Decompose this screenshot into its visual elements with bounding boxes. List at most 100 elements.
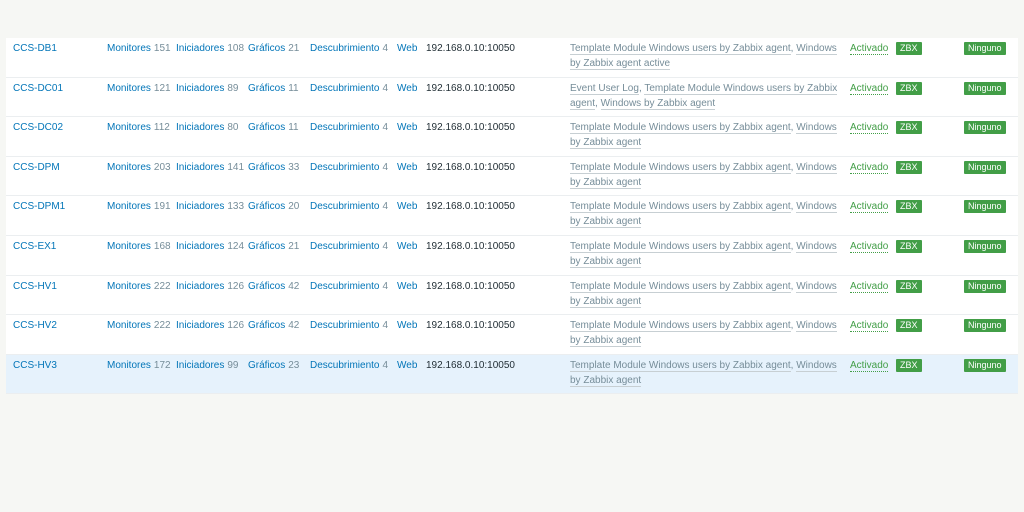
zbx-availability-badge: ZBX bbox=[896, 279, 922, 293]
status-toggle[interactable]: Activado bbox=[850, 81, 889, 96]
template-link[interactable]: Template Module Windows users by Zabbix … bbox=[570, 359, 791, 372]
triggers-link[interactable]: Iniciadores bbox=[176, 162, 224, 173]
status-label[interactable]: Activado bbox=[850, 201, 889, 214]
discovery-link[interactable]: Descubrimiento bbox=[310, 43, 379, 54]
status-label[interactable]: Activado bbox=[850, 359, 889, 372]
template-link[interactable]: Template Module Windows users by Zabbix … bbox=[570, 43, 791, 55]
discovery-link[interactable]: Descubrimiento bbox=[310, 83, 379, 94]
status-label[interactable]: Activado bbox=[850, 122, 889, 135]
triggers-link[interactable]: Iniciadores bbox=[176, 122, 224, 133]
status-toggle[interactable]: Activado bbox=[850, 318, 889, 333]
triggers-link[interactable]: Iniciadores bbox=[176, 241, 224, 252]
zbx-availability-badge: ZBX bbox=[896, 200, 922, 214]
triggers-link[interactable]: Iniciadores bbox=[176, 43, 224, 54]
web-link[interactable]: Web bbox=[397, 160, 417, 175]
host-name-link[interactable]: CCS-DPM1 bbox=[13, 199, 65, 214]
encryption-badge: Ninguno bbox=[964, 279, 1006, 293]
web-link[interactable]: Web bbox=[397, 81, 417, 96]
status-label[interactable]: Activado bbox=[850, 43, 889, 55]
status-toggle[interactable]: Activado bbox=[850, 41, 889, 56]
template-link[interactable]: Template Module Windows users by Zabbix … bbox=[570, 161, 791, 174]
status-label[interactable]: Activado bbox=[850, 320, 889, 333]
monitors-count: 121 bbox=[153, 82, 171, 94]
table-row[interactable]: CCS-DB1 Monitores 151 Iniciadores 108 Gráf… bbox=[6, 38, 1018, 78]
graphs-link[interactable]: Gráficos bbox=[248, 281, 285, 292]
monitors-link[interactable]: Monitores bbox=[107, 281, 151, 292]
monitors-link[interactable]: Monitores bbox=[107, 201, 151, 212]
template-link[interactable]: Template Module Windows users by Zabbix … bbox=[570, 201, 791, 214]
encryption-cell: Ninguno bbox=[964, 41, 1006, 56]
monitors-link[interactable]: Monitores bbox=[107, 122, 151, 133]
template-link[interactable]: Event User Log bbox=[570, 82, 639, 95]
triggers-link[interactable]: Iniciadores bbox=[176, 360, 224, 371]
web-link[interactable]: Web bbox=[397, 120, 417, 135]
monitors-link[interactable]: Monitores bbox=[107, 162, 151, 173]
host-name-link[interactable]: CCS-DC02 bbox=[13, 120, 63, 135]
discovery-count: 4 bbox=[382, 359, 389, 371]
status-toggle[interactable]: Activado bbox=[850, 120, 889, 135]
web-link[interactable]: Web bbox=[397, 199, 417, 214]
discovery-link[interactable]: Descubrimiento bbox=[310, 162, 379, 173]
discovery-link[interactable]: Descubrimiento bbox=[310, 241, 379, 252]
monitors-link[interactable]: Monitores bbox=[107, 83, 151, 94]
template-link[interactable]: Template Module Windows users by Zabbix … bbox=[570, 320, 791, 333]
status-label[interactable]: Activado bbox=[850, 82, 889, 95]
host-name-link[interactable]: CCS-DPM bbox=[13, 160, 60, 175]
discovery-link[interactable]: Descubrimiento bbox=[310, 320, 379, 331]
web-link[interactable]: Web bbox=[397, 279, 417, 294]
host-name-link[interactable]: CCS-HV2 bbox=[13, 318, 57, 333]
web-link[interactable]: Web bbox=[397, 318, 417, 333]
template-link[interactable]: Template Module Windows users by Zabbix … bbox=[570, 240, 791, 253]
graphs-link[interactable]: Gráficos bbox=[248, 241, 285, 252]
discovery-link[interactable]: Descubrimiento bbox=[310, 360, 379, 371]
table-row[interactable]: CCS-DPM Monitores 203 Iniciadores 141 Gráf… bbox=[6, 157, 1018, 197]
table-row[interactable]: CCS-HV1 Monitores 222 Iniciadores 126 Gráf… bbox=[6, 276, 1018, 316]
graphs-link[interactable]: Gráficos bbox=[248, 83, 285, 94]
template-link[interactable]: Windows by Zabbix agent bbox=[600, 97, 716, 110]
web-link[interactable]: Web bbox=[397, 239, 417, 254]
discovery-link[interactable]: Descubrimiento bbox=[310, 201, 379, 212]
status-toggle[interactable]: Activado bbox=[850, 358, 889, 373]
template-link[interactable]: Template Module Windows users by Zabbix … bbox=[570, 280, 791, 293]
status-toggle[interactable]: Activado bbox=[850, 279, 889, 294]
web-link[interactable]: Web bbox=[397, 41, 417, 56]
host-name-link[interactable]: CCS-DB1 bbox=[13, 41, 57, 56]
table-row[interactable]: CCS-HV3 Monitores 172 Iniciadores 99 Gráfi… bbox=[6, 354, 1018, 395]
web-link[interactable]: Web bbox=[397, 358, 417, 373]
table-row[interactable]: CCS-DPM1 Monitores 191 Iniciadores 133 Grá… bbox=[6, 196, 1018, 236]
triggers-link[interactable]: Iniciadores bbox=[176, 83, 224, 94]
status-label[interactable]: Activado bbox=[850, 280, 889, 293]
triggers-link[interactable]: Iniciadores bbox=[176, 201, 224, 212]
status-label[interactable]: Activado bbox=[850, 240, 889, 253]
status-toggle[interactable]: Activado bbox=[850, 239, 889, 254]
host-name-link[interactable]: CCS-HV3 bbox=[13, 358, 57, 373]
discovery-link[interactable]: Descubrimiento bbox=[310, 281, 379, 292]
table-row[interactable]: CCS-DC01 Monitores 121 Iniciadores 89 Gráf… bbox=[6, 78, 1018, 118]
status-label[interactable]: Activado bbox=[850, 161, 889, 174]
graphs-link[interactable]: Gráficos bbox=[248, 43, 285, 54]
triggers-link[interactable]: Iniciadores bbox=[176, 281, 224, 292]
graphs-link[interactable]: Gráficos bbox=[248, 122, 285, 133]
host-name-link[interactable]: CCS-DC01 bbox=[13, 81, 63, 96]
graphs-cell: Gráficos 42 bbox=[248, 318, 299, 333]
monitors-link[interactable]: Monitores bbox=[107, 241, 151, 252]
host-name-link[interactable]: CCS-HV1 bbox=[13, 279, 57, 294]
discovery-cell: Descubrimiento 4 bbox=[310, 160, 388, 175]
encryption-badge: Ninguno bbox=[964, 239, 1006, 253]
graphs-link[interactable]: Gráficos bbox=[248, 360, 285, 371]
triggers-link[interactable]: Iniciadores bbox=[176, 320, 224, 331]
discovery-link[interactable]: Descubrimiento bbox=[310, 122, 379, 133]
monitors-link[interactable]: Monitores bbox=[107, 360, 151, 371]
graphs-link[interactable]: Gráficos bbox=[248, 320, 285, 331]
host-name-link[interactable]: CCS-EX1 bbox=[13, 239, 56, 254]
status-toggle[interactable]: Activado bbox=[850, 160, 889, 175]
table-row[interactable]: CCS-HV2 Monitores 222 Iniciadores 126 Gráf… bbox=[6, 315, 1018, 355]
monitors-link[interactable]: Monitores bbox=[107, 43, 151, 54]
monitors-link[interactable]: Monitores bbox=[107, 320, 151, 331]
template-link[interactable]: Template Module Windows users by Zabbix … bbox=[570, 122, 791, 135]
graphs-link[interactable]: Gráficos bbox=[248, 201, 285, 212]
graphs-link[interactable]: Gráficos bbox=[248, 162, 285, 173]
status-toggle[interactable]: Activado bbox=[850, 199, 889, 214]
table-row[interactable]: CCS-DC02 Monitores 112 Iniciadores 80 Gráf… bbox=[6, 117, 1018, 157]
table-row[interactable]: CCS-EX1 Monitores 168 Iniciadores 124 Gráf… bbox=[6, 236, 1018, 276]
